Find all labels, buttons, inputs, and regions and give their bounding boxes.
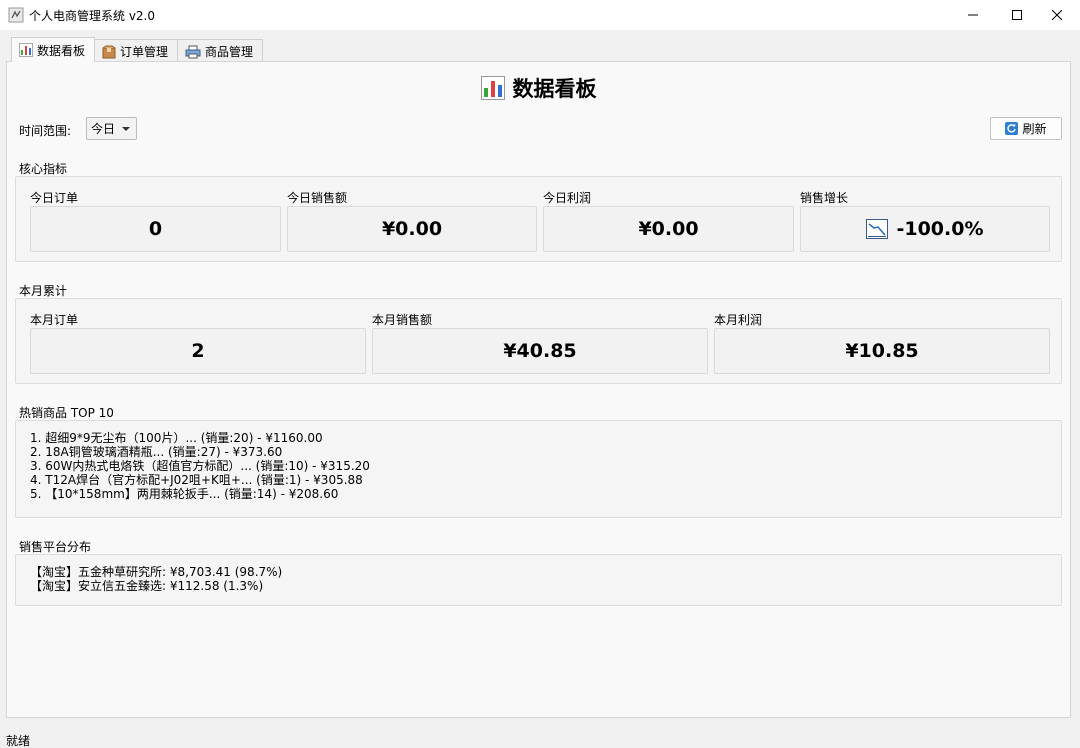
metric-value: ¥10.85 (845, 340, 919, 362)
dashboard-panel: 数据看板 时间范围: 今日 刷新 核心指标 今日订单 0 今日销售额 ¥0.00… (6, 61, 1071, 718)
metric-card: 2 (30, 328, 366, 374)
metric-card: 0 (30, 206, 281, 252)
bar-chart-icon (480, 76, 505, 100)
monthly-totals-group: 本月订单 2 本月销售额 ¥40.85 本月利润 ¥10.85 (15, 298, 1062, 384)
time-range-value: 今日 (91, 122, 116, 136)
page-header: 数据看板 (7, 73, 1070, 103)
metric-card: ¥0.00 (543, 206, 794, 252)
status-bar: 就绪 (0, 729, 1080, 748)
metric-label: 本月利润 (714, 313, 763, 327)
platform-distribution-list: 【淘宝】五金种草研究所: ¥8,703.41 (98.7%) 【淘宝】安立信五金… (15, 554, 1062, 606)
box-icon (102, 45, 116, 58)
core-metrics-group: 今日订单 0 今日销售额 ¥0.00 今日利润 ¥0.00 销售增长 -100.… (15, 176, 1062, 262)
chart-decreasing-icon (866, 219, 889, 239)
tab-bar: 数据看板 订单管理 商品管理 (11, 37, 264, 63)
maximize-icon (1012, 10, 1022, 20)
window-title: 个人电商管理系统 v2.0 (29, 9, 156, 23)
bar-chart-icon (19, 43, 33, 57)
top-products-list: 1. 超细9*9无尘布（100片）... (销量:20) - ¥1160.00 … (15, 420, 1062, 518)
minimize-icon (968, 14, 978, 16)
tab-label: 数据看板 (37, 43, 86, 58)
metric-label: 今日销售额 (287, 191, 348, 205)
metric-label: 本月销售额 (372, 313, 433, 327)
metric-card: ¥0.00 (287, 206, 537, 252)
list-item: 【淘宝】五金种草研究所: ¥8,703.41 (98.7%) (30, 565, 283, 579)
title-bar: 个人电商管理系统 v2.0 (0, 0, 1080, 30)
refresh-icon (1005, 122, 1019, 135)
tab-label: 订单管理 (120, 45, 169, 59)
metric-label: 今日利润 (543, 191, 592, 205)
chevron-down-icon (122, 127, 130, 131)
tab-dashboard[interactable]: 数据看板 (11, 37, 96, 62)
platform-distribution-label: 销售平台分布 (19, 540, 92, 554)
metric-value: ¥40.85 (503, 340, 577, 362)
metric-value: 2 (191, 340, 205, 362)
core-metrics-label: 核心指标 (19, 162, 68, 176)
time-range-select[interactable]: 今日 (86, 117, 137, 140)
monthly-totals-label: 本月累计 (19, 284, 68, 298)
tab-products[interactable]: 商品管理 (177, 39, 264, 63)
metric-label: 本月订单 (30, 313, 79, 327)
tab-label: 商品管理 (205, 45, 254, 59)
metric-value: -100.0% (896, 218, 984, 240)
list-item: 5. 【10*158mm】两用棘轮扳手... (销量:14) - ¥208.60 (30, 487, 339, 501)
top-products-label: 热销商品 TOP 10 (19, 406, 114, 420)
list-item: 3. 60W内热式电烙铁（超值官方标配）... (销量:10) - ¥315.2… (30, 459, 370, 473)
time-range-label: 时间范围: (19, 124, 72, 138)
tab-orders[interactable]: 订单管理 (94, 39, 179, 63)
printer-icon (185, 45, 201, 58)
list-item: 2. 18A铜管玻璃酒精瓶... (销量:27) - ¥373.60 (30, 445, 283, 459)
list-item: 4. T12A焊台（官方标配+J02咀+K咀+... (销量:1) - ¥305… (30, 473, 363, 487)
page-title: 数据看板 (512, 77, 597, 101)
status-text: 就绪 (6, 734, 31, 748)
refresh-button[interactable]: 刷新 (990, 117, 1062, 140)
metric-label: 销售增长 (800, 191, 849, 205)
list-item: 1. 超细9*9无尘布（100片）... (销量:20) - ¥1160.00 (30, 431, 323, 445)
minimize-button[interactable] (950, 0, 996, 30)
metric-label: 今日订单 (30, 191, 79, 205)
metric-card: ¥10.85 (714, 328, 1050, 374)
app-icon (8, 7, 24, 23)
close-icon (1052, 10, 1062, 20)
metric-card: -100.0% (800, 206, 1050, 252)
list-item: 【淘宝】安立信五金臻选: ¥112.58 (1.3%) (30, 579, 264, 593)
close-button[interactable] (1034, 0, 1080, 30)
metric-value: ¥0.00 (638, 218, 699, 240)
metric-value: ¥0.00 (381, 218, 443, 240)
metric-card: ¥40.85 (372, 328, 708, 374)
metric-value: 0 (148, 218, 163, 240)
refresh-label: 刷新 (1022, 122, 1047, 136)
